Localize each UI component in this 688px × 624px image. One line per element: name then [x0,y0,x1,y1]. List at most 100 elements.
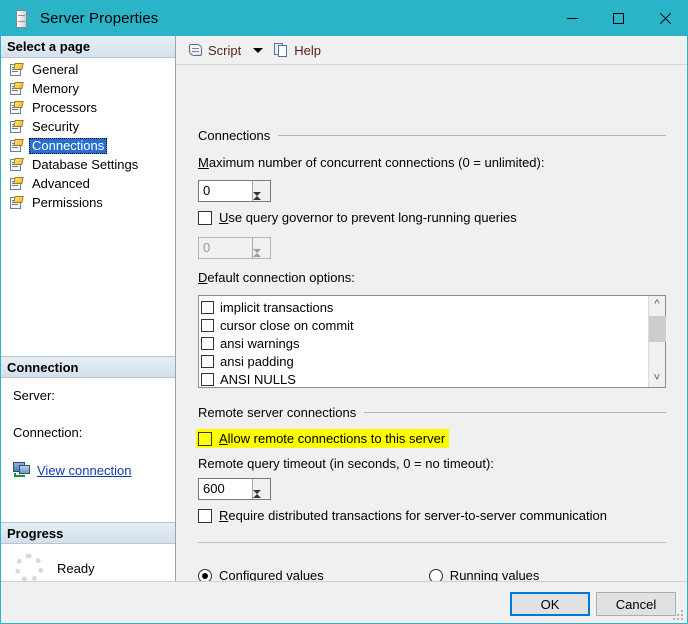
sidebar-item-connections[interactable]: Connections [1,136,175,155]
option-checkbox[interactable] [201,336,214,350]
query-governor-checkbox-row[interactable]: Use query governor to prevent long-runni… [198,210,666,225]
progress-status: Ready [57,560,95,576]
list-item[interactable]: implicit transactions [201,298,648,316]
progress-section-body: Ready [1,544,175,582]
connections-group-title-row: Connections [198,128,666,143]
ok-button[interactable]: OK [510,592,590,616]
view-connection-row[interactable]: View connection [13,462,175,478]
stepper-buttons[interactable] [252,238,270,268]
sidebar-item-processors[interactable]: Processors [1,98,175,117]
option-checkbox[interactable] [201,354,214,368]
view-connection-link[interactable]: View connection [37,463,131,478]
help-button[interactable]: Help [271,39,324,61]
close-button[interactable] [641,1,687,36]
sidebar-item-database-settings[interactable]: Database Settings [1,155,175,174]
query-governor-cost-stepper[interactable]: 0 [198,237,271,268]
maximize-button[interactable] [595,1,641,36]
max-connections-label: Maximum number of concurrent connections… [198,155,545,170]
page-icon [9,195,24,210]
help-icon [274,42,290,58]
remote-group-title-row: Remote server connections [198,405,666,420]
sidebar-item-label: Advanced [32,175,90,191]
sidebar: Select a page General Memory Processors … [1,36,176,582]
scrollbar-thumb[interactable] [648,316,666,342]
progress-section: Progress Ready [1,522,175,582]
connection-section: Connection Server: Connection: View conn… [1,356,175,478]
resize-grip-icon[interactable] [673,610,685,622]
sidebar-header: Select a page [1,36,175,58]
max-connections-value[interactable]: 0 [199,181,252,201]
toolbar: Script Help [176,36,687,65]
require-dtc-checkbox-row[interactable]: Require distributed transactions for ser… [198,508,666,523]
script-button-label: Script [208,42,242,58]
require-dtc-label: Require distributed transactions for ser… [219,508,607,523]
max-connections-label-row: Maximum number of concurrent connections… [198,155,666,170]
query-governor-row: Use query governor to prevent long-runni… [198,210,666,225]
list-item[interactable]: ANSI NULLS [201,370,648,388]
remote-timeout-label-text: Remote query timeout (in seconds, 0 = no… [198,456,494,471]
sidebar-item-memory[interactable]: Memory [1,79,175,98]
sidebar-item-label: General [32,61,79,77]
page-icon [9,100,24,115]
remote-timeout-stepper[interactable]: 600 [198,478,271,509]
allow-remote-connections-checkbox-row[interactable]: Allow remote connections to this server [196,429,450,448]
option-checkbox[interactable] [201,372,214,386]
max-connections-field-row: 0 [198,180,666,211]
require-dtc-label-text: equire distributed transactions for serv… [228,508,607,523]
connections-group-title: Connections [198,128,271,143]
list-item[interactable]: ansi padding [201,352,648,370]
default-connection-options-list[interactable]: implicit transactions cursor close on co… [198,295,666,388]
stepper-down-icon[interactable] [253,192,261,211]
allow-remote-connections-label: Allow remote connections to this server [219,431,446,446]
window-title: Server Properties [40,10,159,27]
scroll-up-icon[interactable]: ^ [649,296,666,313]
group-rule [278,135,666,136]
page-icon [9,119,24,134]
settings-content: Connections Maximum number of concurrent… [176,65,687,583]
option-label: ansi padding [220,353,294,369]
sidebar-item-advanced[interactable]: Advanced [1,174,175,193]
sidebar-item-security[interactable]: Security [1,117,175,136]
list-item[interactable]: ansi warnings [201,334,648,352]
sidebar-header-label: Select a page [7,39,91,54]
close-icon [658,12,671,25]
connection-section-header: Connection [1,356,175,378]
require-dtc-checkbox[interactable] [198,508,212,523]
remote-group-title: Remote server connections [198,405,357,420]
max-connections-label-text: aximum number of concurrent connections … [208,155,545,170]
default-options-label: Default connection options: [198,270,355,285]
option-checkbox[interactable] [201,300,214,314]
list-item[interactable]: cursor close on commit [201,316,648,334]
allow-remote-connections-checkbox[interactable] [198,431,212,446]
stepper-down-icon[interactable] [253,249,261,268]
scroll-down-icon[interactable]: ˅ [649,370,666,387]
query-governor-cost-value[interactable]: 0 [199,238,252,258]
remote-timeout-field-row: 600 [198,478,666,509]
max-connections-stepper[interactable]: 0 [198,180,271,211]
cancel-button[interactable]: Cancel [596,592,676,616]
server-label: Server: [13,388,55,403]
stepper-buttons[interactable] [252,181,270,211]
allow-remote-connections-label-text: llow remote connections to this server [227,431,446,446]
minimize-button[interactable] [549,1,595,36]
option-list-items: implicit transactions cursor close on co… [199,296,648,387]
stepper-down-icon[interactable] [253,490,261,509]
page-list: General Memory Processors Security Conne… [1,58,175,212]
script-button[interactable]: Script [185,39,244,61]
progress-section-header: Progress [1,522,175,544]
script-icon [188,42,204,58]
sidebar-item-label: Processors [32,99,98,115]
progress-spinner-icon [15,554,43,582]
query-governor-checkbox[interactable] [198,210,212,225]
option-label: ansi warnings [220,335,300,351]
chevron-down-icon[interactable] [253,47,264,53]
page-icon [9,176,24,191]
stepper-buttons[interactable] [252,479,270,509]
maximize-icon [612,13,624,24]
options-scrollbar[interactable]: ^ ˅ [648,296,666,387]
remote-timeout-value[interactable]: 600 [199,479,252,499]
minimize-icon [566,18,578,19]
sidebar-item-permissions[interactable]: Permissions [1,193,175,212]
option-checkbox[interactable] [201,318,214,332]
sidebar-item-general[interactable]: General [1,60,175,79]
